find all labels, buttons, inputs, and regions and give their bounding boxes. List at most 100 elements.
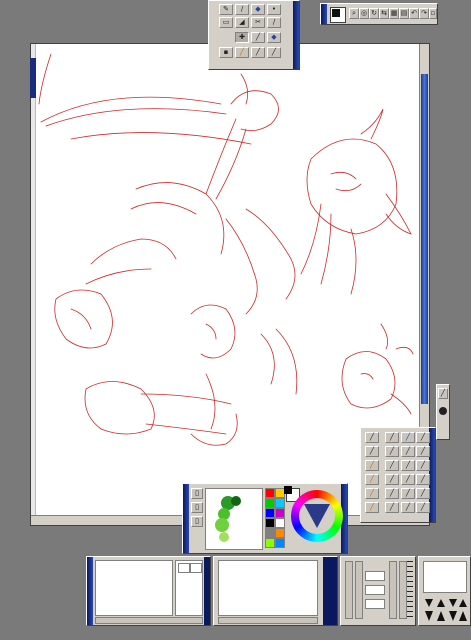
window-icon[interactable]: ▫ [429,8,437,19]
undo-icon[interactable]: ↶ [409,8,419,19]
preset-b5-icon[interactable]: ╱ [401,488,415,499]
preset-marker-icon[interactable]: ╱ [365,474,379,485]
layer-right-scroll[interactable] [323,557,337,625]
color-preview-primary[interactable] [332,9,340,17]
preset-c3-icon[interactable]: ╱ [416,460,430,471]
rotate-icon[interactable]: ↻ [369,8,379,19]
color-swatch[interactable] [275,498,285,508]
preset-a1-icon[interactable]: ╱ [385,432,399,443]
setting-bar-1[interactable] [345,561,353,619]
zoom-icon[interactable]: ⌕ [349,8,359,19]
preset-watercolor-icon[interactable]: ╱ [365,460,379,471]
preset-b6-icon[interactable]: ╱ [401,502,415,513]
color-mode3-icon[interactable]: ▯ [191,516,203,527]
color-swatch[interactable] [265,508,275,518]
color-mode-icon[interactable]: ▯ [191,488,203,499]
layer-panel-right [213,556,338,626]
layer-left-tabs[interactable] [175,560,203,616]
ruler-icon[interactable]: ▤ [399,8,409,19]
airbrush-icon[interactable]: • [267,4,281,15]
preset-c6-icon[interactable]: ╱ [416,502,430,513]
smudge-icon[interactable]: ╱ [235,47,249,58]
hand-icon[interactable]: ◎ [359,8,369,19]
tool-palette-titlebar[interactable] [293,1,299,69]
watercolor-icon[interactable]: ◆ [267,32,281,43]
preset-a5-icon[interactable]: ╱ [385,488,399,499]
select-icon[interactable]: ✂ [251,17,265,28]
layer-left-titlebar[interactable] [87,557,93,625]
layer-left-scroll[interactable] [204,557,210,625]
canvas-left-strip [30,58,36,98]
top-toolbar-titlebar[interactable] [321,4,327,24]
preset-b4-icon[interactable]: ╱ [401,474,415,485]
layer-move-icon[interactable]: ✚ [235,32,249,43]
grid-icon[interactable]: ▦ [389,8,399,19]
binary-pen-icon[interactable]: ╱ [251,47,265,58]
layer-right-list[interactable] [218,560,318,616]
color-swatch[interactable] [265,488,275,498]
setting-bar-4[interactable] [365,585,385,595]
preset-b3-icon[interactable]: ╱ [401,460,415,471]
color-mixer-area[interactable] [205,488,263,550]
color-swatch[interactable] [265,498,275,508]
brush-size-icon[interactable]: ╱ [438,388,448,399]
color-swatch[interactable] [265,518,275,528]
setting-slider-1[interactable] [389,561,397,619]
red-sketch-lines [38,53,414,446]
setting-slider-2[interactable] [399,561,407,619]
color-swatch[interactable] [265,528,275,538]
swatch-grid [265,488,285,548]
pen-icon[interactable]: ✎ [219,4,233,15]
texture-panel [418,556,471,626]
bucket-icon[interactable]: ◢ [235,17,249,28]
flip-icon[interactable]: ⇆ [379,8,389,19]
blur-icon[interactable]: ▪ [219,47,233,58]
color-mode2-icon[interactable]: ▯ [191,502,203,513]
color-swatch[interactable] [275,538,285,548]
preset-pen-icon[interactable]: ╱ [365,432,379,443]
top-toolbar: ⌕ ◎ ↻ ⇆ ▦ ▤ ↶ ↷ ▫ [320,3,438,25]
preset-c4-icon[interactable]: ╱ [416,474,430,485]
tool-palette: ✎ / ◆ • ▭ ◢ ✂ / ✚ ╱ ◆ ▪ ╱ ╱ ╱ [208,0,300,70]
select-pen-icon[interactable]: ╱ [267,47,281,58]
layer-left-tab-2[interactable] [190,563,202,573]
redo-icon[interactable]: ↷ [419,8,429,19]
texture-preview[interactable] [423,561,467,593]
setting-bar-5[interactable] [365,599,385,609]
brush-icon[interactable]: ◆ [251,4,265,15]
color-swatch[interactable] [275,508,285,518]
brush-size-dot[interactable] [439,407,447,415]
preset-c1-icon[interactable]: ╱ [416,432,430,443]
preset-brush-icon[interactable]: ╱ [365,488,379,499]
vertical-scroll-thumb[interactable] [421,74,428,404]
preset-c5-icon[interactable]: ╱ [416,488,430,499]
preset-c2-icon[interactable]: ╱ [416,446,430,457]
setting-bar-3[interactable] [365,571,385,581]
color-swatch[interactable] [275,518,285,528]
color-panel-titlebar-left[interactable] [183,484,189,553]
preset-a6-icon[interactable]: ╱ [385,502,399,513]
eyedropper-icon[interactable]: / [267,17,281,28]
eraser-icon[interactable]: ▭ [219,17,233,28]
marker-icon[interactable]: ╱ [251,32,265,43]
preset-b1-icon[interactable]: ╱ [401,432,415,443]
color-wheel[interactable] [291,490,343,542]
brush-size-panel: ╱ [436,384,450,440]
mixer-blobs [215,496,241,542]
color-swatch[interactable] [275,528,285,538]
preset-a2-icon[interactable]: ╱ [385,446,399,457]
preset-blur-icon[interactable]: ╱ [365,502,379,513]
color-swatch[interactable] [265,538,275,548]
setting-bar-2[interactable] [355,561,363,619]
preset-a3-icon[interactable]: ╱ [385,460,399,471]
preset-b2-icon[interactable]: ╱ [401,446,415,457]
color-triangle[interactable] [291,490,343,542]
layer-right-bottombar[interactable] [218,617,318,624]
preset-airbrush-icon[interactable]: ╱ [365,446,379,457]
layer-panel-left [86,556,211,626]
layer-left-tab-1[interactable] [178,563,190,573]
layer-left-list[interactable] [95,560,173,616]
layer-left-bottombar[interactable] [95,617,203,624]
preset-a4-icon[interactable]: ╱ [385,474,399,485]
pencil-icon[interactable]: / [235,4,249,15]
